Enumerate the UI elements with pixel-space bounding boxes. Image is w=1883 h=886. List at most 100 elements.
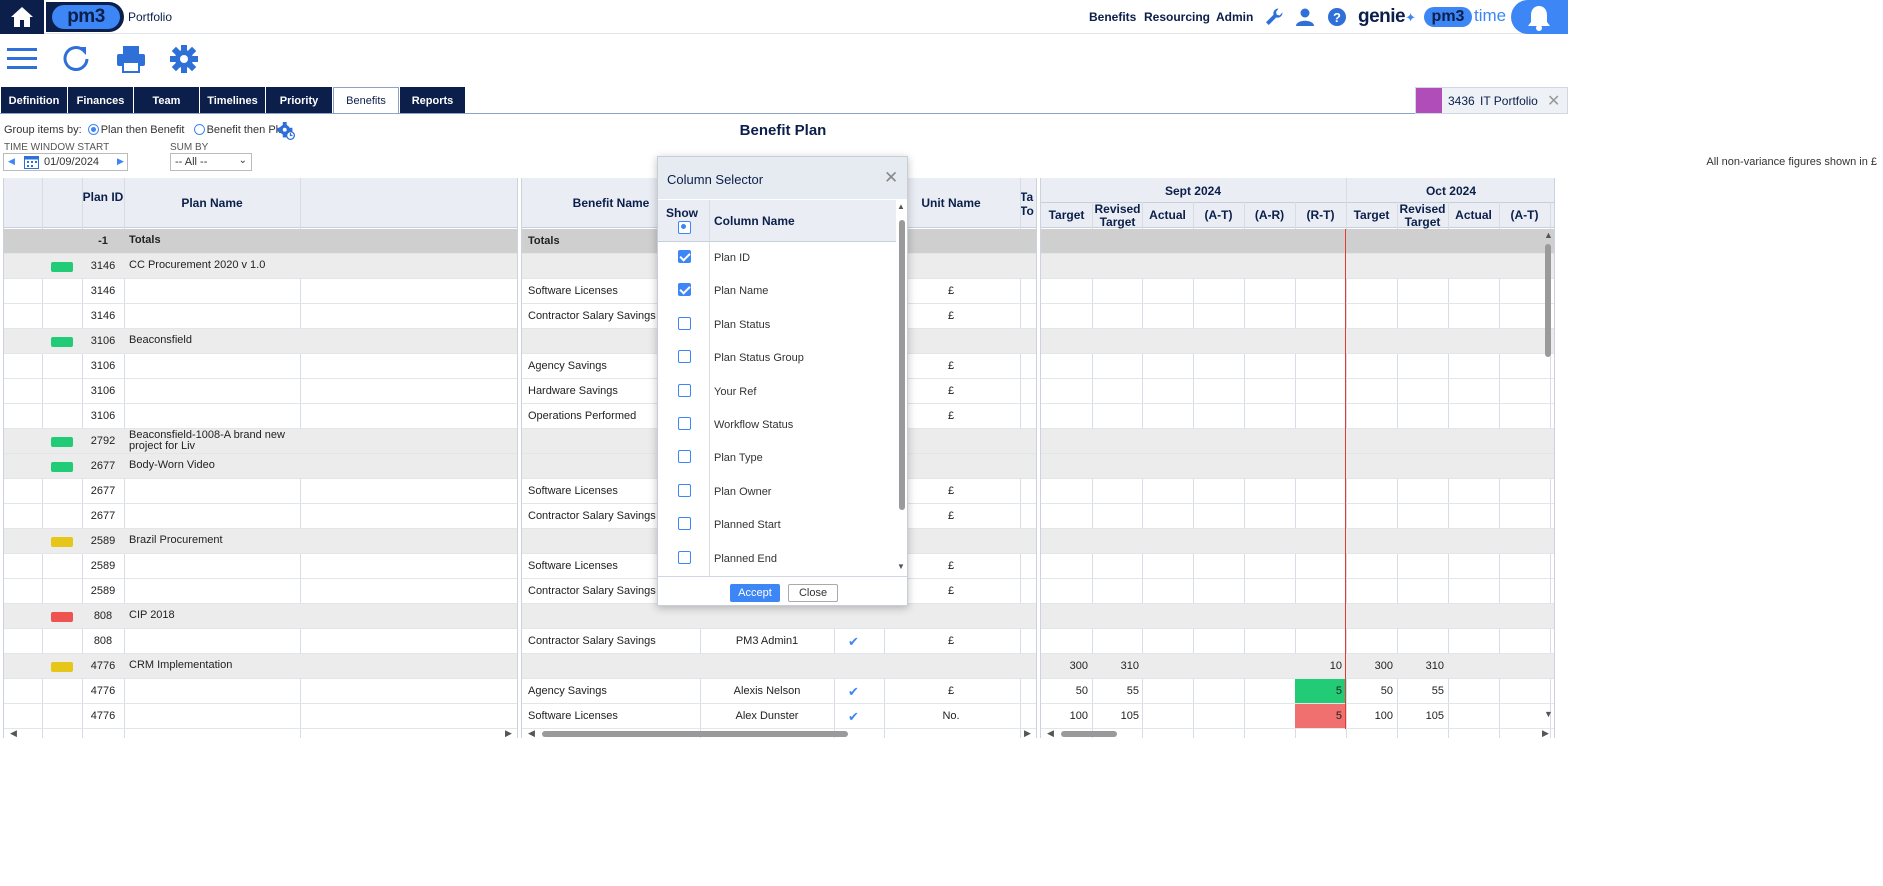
menu-icon[interactable]: [7, 44, 37, 72]
radio-benefit-then-plan[interactable]: [193, 124, 205, 135]
table-row[interactable]: 2677: [4, 479, 517, 504]
horizontal-scrollbar[interactable]: ◀ ▶: [4, 728, 517, 738]
sum-by-select[interactable]: -- All -- ⌄: [170, 153, 252, 171]
column-checkbox[interactable]: [678, 550, 691, 564]
table-row[interactable]: [1041, 504, 1554, 529]
settings-icon[interactable]: [170, 44, 198, 74]
column-option[interactable]: Plan Owner: [658, 476, 896, 509]
column-checkbox[interactable]: [678, 250, 691, 263]
table-row[interactable]: Contractor Salary Savings PM3 Admin1 ✔ £: [522, 629, 1036, 654]
table-row[interactable]: [1041, 604, 1554, 629]
portfolio-chip[interactable]: 3436 IT Portfolio ✕: [1415, 87, 1568, 114]
scroll-right-icon[interactable]: ▶: [505, 728, 512, 738]
scroll-down-icon[interactable]: ▼: [897, 562, 905, 571]
table-row[interactable]: 3106 Beaconsfield: [4, 329, 517, 354]
header-revised-target[interactable]: Revised Target: [1092, 203, 1143, 229]
table-row[interactable]: [1041, 404, 1554, 429]
tab-timelines[interactable]: Timelines: [200, 87, 265, 114]
tab-priority-matrix[interactable]: Priority Matrix: [266, 87, 332, 134]
tab-finances[interactable]: Finances: [68, 87, 133, 114]
header-a-t[interactable]: (A-T): [1193, 209, 1244, 222]
header-actual[interactable]: Actual: [1142, 209, 1193, 222]
close-icon[interactable]: ✕: [884, 168, 898, 188]
table-row[interactable]: [1041, 629, 1554, 654]
table-row[interactable]: [1041, 354, 1554, 379]
header-r-t[interactable]: (R-T): [1295, 209, 1346, 222]
scroll-left-icon[interactable]: ◀: [528, 728, 535, 738]
scroll-right-icon[interactable]: ▶: [1542, 728, 1549, 738]
user-icon[interactable]: [1295, 7, 1315, 27]
next-arrow-icon[interactable]: ▶: [117, 156, 124, 167]
column-option[interactable]: Your Ref: [658, 376, 896, 409]
header-revised-target[interactable]: Revised Target: [1397, 203, 1448, 229]
table-row[interactable]: 2589 Brazil Procurement: [4, 529, 517, 554]
table-row[interactable]: [522, 604, 1036, 629]
column-option[interactable]: Plan Type: [658, 442, 896, 475]
header-plan-id[interactable]: Plan ID: [82, 190, 124, 204]
table-row[interactable]: 2589: [4, 554, 517, 579]
table-row[interactable]: 808 CIP 2018: [4, 604, 517, 629]
table-row[interactable]: [1041, 229, 1554, 254]
column-option[interactable]: Plan ID: [658, 242, 896, 275]
column-option[interactable]: Plan Status: [658, 309, 896, 342]
tab-benefits[interactable]: Benefits: [333, 87, 399, 114]
column-checkbox[interactable]: [678, 350, 691, 364]
table-row[interactable]: 3146: [4, 279, 517, 304]
header-plan-name[interactable]: Plan Name: [124, 196, 300, 210]
table-row[interactable]: 3146: [4, 304, 517, 329]
column-option[interactable]: Plan Status Group: [658, 342, 896, 375]
table-row[interactable]: 3106: [4, 379, 517, 404]
table-row[interactable]: -1 Totals: [4, 229, 517, 254]
table-row[interactable]: 4776: [4, 704, 517, 729]
horizontal-scrollbar[interactable]: ◀ ▶: [522, 728, 1036, 738]
table-row[interactable]: 3146 CC Procurement 2020 v 1.0: [4, 254, 517, 279]
select-all-checkbox[interactable]: [678, 221, 691, 234]
dialog-scroll-thumb[interactable]: [899, 220, 905, 510]
header-a-t[interactable]: (A-T): [1499, 209, 1550, 222]
radio-plan-then-benefit-label[interactable]: Plan then Benefit: [101, 124, 185, 136]
table-row[interactable]: Agency Savings Alexis Nelson ✔ £: [522, 679, 1036, 704]
table-row[interactable]: [522, 654, 1036, 679]
scroll-left-icon[interactable]: ◀: [1047, 728, 1054, 738]
column-checkbox[interactable]: [678, 417, 691, 430]
column-checkbox[interactable]: [678, 517, 691, 531]
table-vertical-scrollbar[interactable]: ▲ ▼: [1543, 230, 1553, 720]
scroll-thumb[interactable]: [1061, 731, 1117, 737]
column-option[interactable]: Planned End: [658, 543, 896, 576]
refresh-icon[interactable]: [62, 44, 90, 74]
tab-definition[interactable]: Definition: [1, 87, 67, 114]
table-row[interactable]: [1041, 304, 1554, 329]
wrench-icon[interactable]: [1264, 7, 1284, 27]
scroll-right-icon[interactable]: ▶: [1024, 728, 1031, 738]
header-target[interactable]: Target: [1041, 209, 1092, 222]
table-row[interactable]: [1041, 529, 1554, 554]
scroll-down-icon[interactable]: ▼: [1544, 709, 1553, 719]
prev-arrow-icon[interactable]: ◀: [8, 156, 15, 167]
table-row[interactable]: [1041, 329, 1554, 354]
scroll-up-icon[interactable]: ▲: [897, 202, 905, 211]
notifications-button[interactable]: [1511, 0, 1568, 34]
table-row[interactable]: [1041, 479, 1554, 504]
calendar-icon[interactable]: [24, 155, 39, 169]
table-row[interactable]: [1041, 379, 1554, 404]
column-checkbox[interactable]: [678, 383, 691, 397]
close-button[interactable]: Close: [788, 584, 838, 602]
table-row[interactable]: [1041, 429, 1554, 454]
pm3-logo[interactable]: pm3: [46, 2, 124, 32]
horizontal-scrollbar[interactable]: ◀ ▶: [1041, 728, 1554, 738]
column-option[interactable]: Workflow Status: [658, 409, 896, 442]
nav-benefits[interactable]: Benefits: [1089, 10, 1136, 24]
table-row[interactable]: 4776: [4, 679, 517, 704]
table-row[interactable]: 4776 CRM Implementation: [4, 654, 517, 679]
table-row[interactable]: [1041, 254, 1554, 279]
header-actual[interactable]: Actual: [1448, 209, 1499, 222]
genie-logo[interactable]: genie✦: [1358, 6, 1416, 28]
scroll-up-icon[interactable]: ▲: [1544, 230, 1553, 240]
table-row[interactable]: 3106: [4, 404, 517, 429]
table-row[interactable]: [1041, 454, 1554, 479]
help-icon[interactable]: ?: [1327, 7, 1347, 27]
scroll-thumb[interactable]: [1545, 244, 1551, 357]
column-settings-icon[interactable]: [277, 122, 295, 140]
table-row[interactable]: 2589: [4, 579, 517, 604]
table-row[interactable]: 100 105 5 100 105: [1041, 704, 1554, 729]
